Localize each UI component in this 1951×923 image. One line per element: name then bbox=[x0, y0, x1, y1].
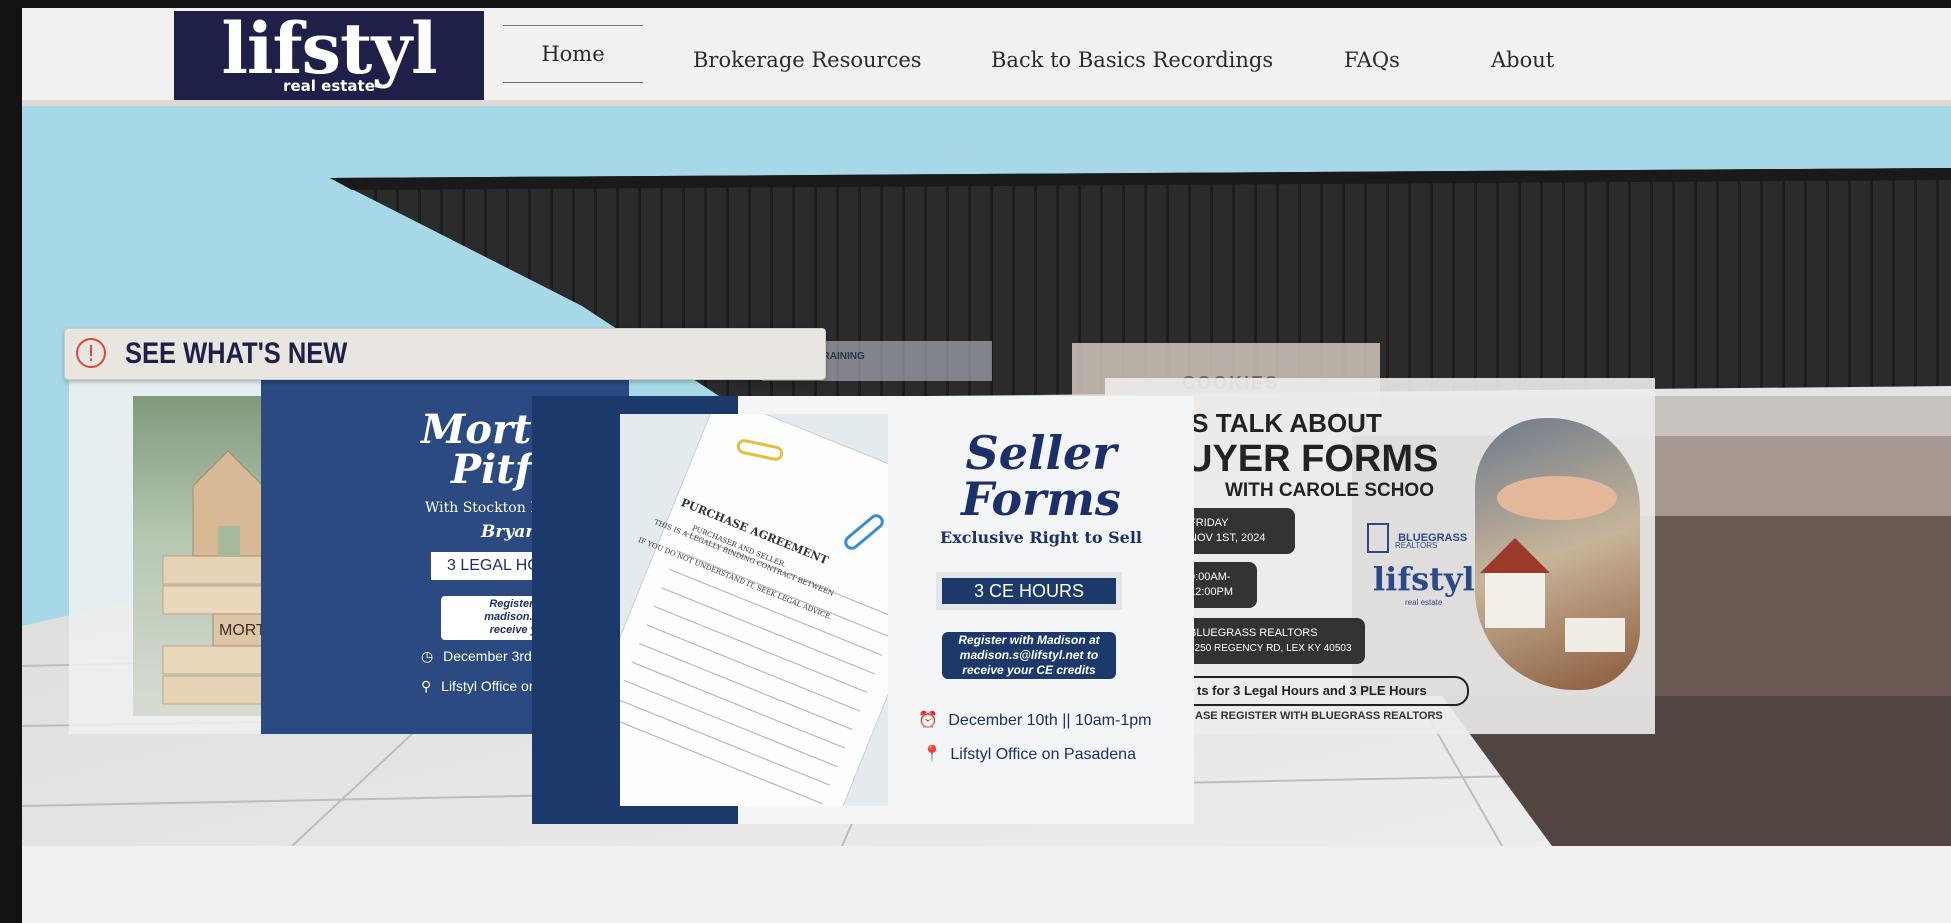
buyer-time-1: 9:00AM- bbox=[1189, 571, 1231, 583]
buyer-bluegrass-logo: BLUEGRASS REALTORS bbox=[1367, 523, 1467, 553]
buyer-lifstyl-word: lifstyl bbox=[1373, 560, 1475, 598]
handshake-house-illustration bbox=[1480, 476, 1625, 652]
buyer-line-3: WITH CAROLE SCHOO bbox=[1225, 480, 1434, 501]
nav-brokerage-resources[interactable]: Brokerage Resources bbox=[693, 40, 922, 80]
see-whats-new-bar[interactable]: SEE WHAT'S NEW bbox=[64, 328, 826, 380]
seller-location-text: Lifstyl Office on Pasadena bbox=[950, 746, 1136, 763]
seller-subtitle: Exclusive Right to Sell bbox=[940, 528, 1142, 547]
buyer-line-2: UYER FORMS bbox=[1185, 438, 1439, 480]
seller-hours-box: 3 CE HOURS bbox=[936, 572, 1122, 610]
buyer-time-2: 12:00PM bbox=[1189, 586, 1234, 598]
buyer-place-2: 2250 REGENCY RD, LEX KY 40503 bbox=[1189, 643, 1352, 654]
clock-icon: ◷ bbox=[421, 648, 434, 664]
map-pin-icon: 📍 bbox=[922, 746, 942, 763]
seller-date: ⏰ December 10th || 10am-1pm bbox=[918, 710, 1151, 730]
see-whats-new-text: SEE WHAT'S NEW bbox=[125, 337, 348, 370]
logo-sub: real estate bbox=[283, 77, 375, 95]
seller-register-2: madison.s@lifstyl.net to bbox=[959, 648, 1099, 662]
seller-location: 📍 Lifstyl Office on Pasadena bbox=[922, 744, 1136, 764]
bluegrass-icon bbox=[1367, 523, 1389, 553]
header-divider bbox=[22, 100, 1951, 106]
seller-document-photo: PURCHASE AGREEMENT THIS IS A LEGALLY BIN… bbox=[620, 414, 888, 806]
buyer-place-1: BLUEGRASS REALTORS bbox=[1189, 627, 1318, 639]
below-hero-area bbox=[22, 846, 1951, 923]
browser-frame: WEEKLY TRAINING COOKIES MORTGAGE bbox=[0, 0, 1951, 923]
page: WEEKLY TRAINING COOKIES MORTGAGE bbox=[22, 8, 1951, 923]
nav-faqs[interactable]: FAQs bbox=[1344, 40, 1400, 80]
buyer-lifstyl-sub: real estate bbox=[1405, 598, 1443, 607]
lifstyl-logo[interactable]: lifstyl real estate bbox=[174, 9, 484, 101]
buyer-photo bbox=[1475, 418, 1640, 690]
hero-section: WEEKLY TRAINING COOKIES MORTGAGE bbox=[22, 106, 1951, 846]
seller-title-2: Forms bbox=[961, 472, 1121, 526]
bluegrass-realtors: REALTORS bbox=[1395, 541, 1438, 550]
buyer-line-1: 'S TALK ABOUT bbox=[1185, 408, 1382, 438]
buyer-day-value: NOV 1ST, 2024 bbox=[1189, 532, 1266, 544]
purchase-agreement-illustration bbox=[620, 414, 888, 806]
seller-register-1: Register with Madison at bbox=[958, 633, 1100, 647]
nav-back-to-basics-recordings[interactable]: Back to Basics Recordings bbox=[991, 40, 1273, 80]
buyer-register: ASE REGISTER WITH BLUEGRASS REALTORS bbox=[1195, 710, 1443, 722]
alert-circle-icon bbox=[76, 338, 106, 368]
seller-register-3: receive your CE credits bbox=[962, 663, 1096, 677]
nav-about[interactable]: About bbox=[1491, 40, 1554, 80]
pin-icon: ⚲ bbox=[421, 678, 432, 694]
seller-date-text: December 10th || 10am-1pm bbox=[948, 712, 1152, 729]
nav-home[interactable]: Home bbox=[503, 25, 643, 83]
seller-register: Register with Madison at madison.s@lifst… bbox=[942, 632, 1116, 679]
buyer-day-label: FRIDAY bbox=[1189, 517, 1229, 529]
site-header: lifstyl real estate Home Brokerage Resou… bbox=[22, 8, 1951, 101]
alarm-clock-icon: ⏰ bbox=[918, 712, 938, 729]
seller-hours: 3 CE HOURS bbox=[942, 578, 1116, 604]
slide-seller-forms[interactable]: PURCHASE AGREEMENT THIS IS A LEGALLY BIN… bbox=[532, 396, 1194, 824]
